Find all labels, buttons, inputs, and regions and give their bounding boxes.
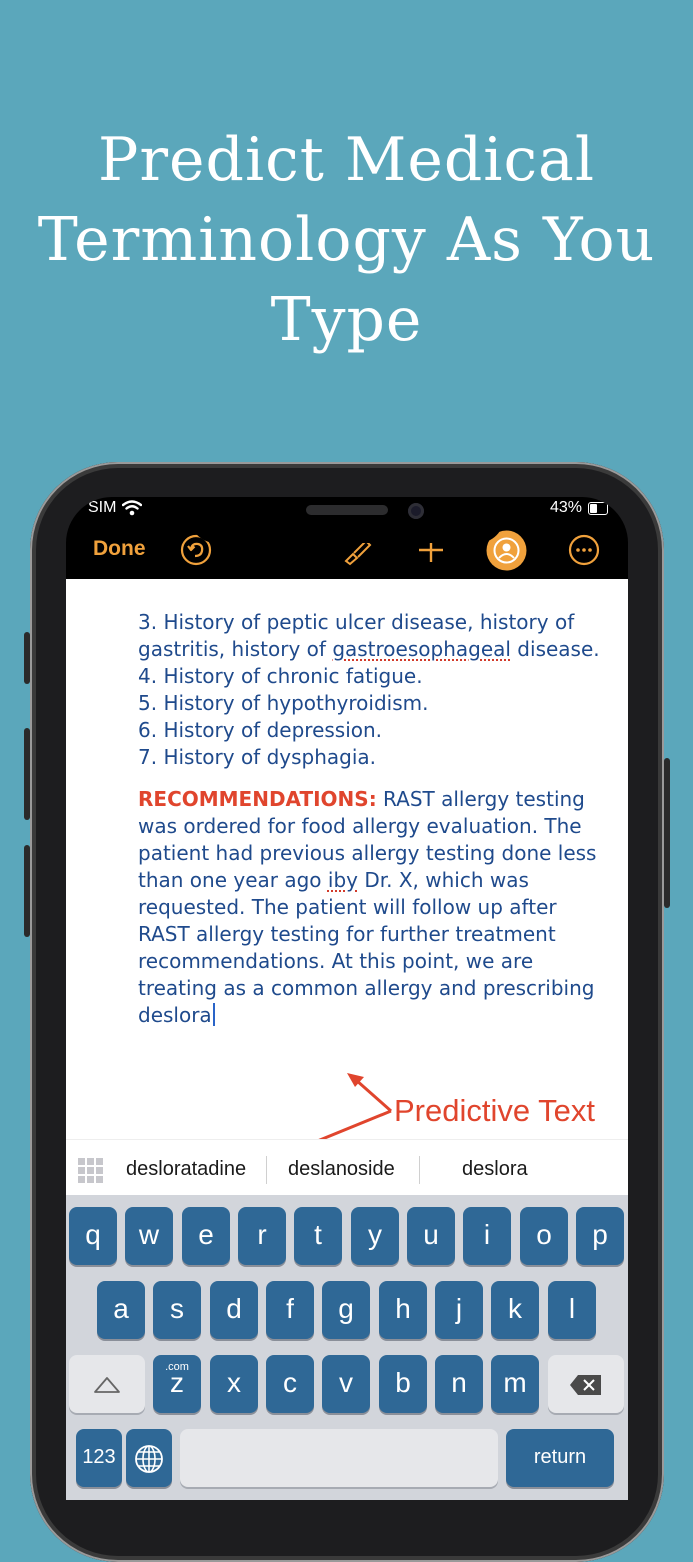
key-m[interactable]: m bbox=[491, 1355, 539, 1413]
backspace-icon bbox=[570, 1374, 601, 1395]
power-button bbox=[664, 758, 670, 908]
return-key[interactable]: return bbox=[506, 1429, 614, 1487]
volume-down-button bbox=[24, 845, 30, 937]
key-u[interactable]: u bbox=[407, 1207, 455, 1265]
key-s[interactable]: s bbox=[153, 1281, 201, 1339]
key-t[interactable]: t bbox=[294, 1207, 342, 1265]
volume-up-button bbox=[24, 728, 30, 820]
shift-key[interactable] bbox=[69, 1355, 145, 1413]
more-options-icon[interactable] bbox=[567, 533, 601, 567]
key-x[interactable]: x bbox=[210, 1355, 258, 1413]
key-g[interactable]: g bbox=[322, 1281, 370, 1339]
headline: Predict Medical Terminology As You Type bbox=[0, 120, 693, 360]
carrier-label: SIM bbox=[88, 499, 117, 516]
key-z[interactable]: .com z bbox=[153, 1355, 201, 1413]
key-e[interactable]: e bbox=[182, 1207, 230, 1265]
history-item: 6. History of depression. bbox=[138, 718, 383, 742]
shift-icon bbox=[94, 1376, 120, 1393]
suggestion-desloratadine[interactable]: desloratadine bbox=[126, 1158, 246, 1181]
battery-percent: 43% bbox=[549, 499, 582, 516]
key-d[interactable]: d bbox=[210, 1281, 258, 1339]
history-item: 3. History of peptic ulcer disease, hist… bbox=[138, 610, 600, 661]
suggestion-deslora[interactable]: deslora bbox=[462, 1158, 528, 1181]
done-button[interactable]: Done bbox=[93, 537, 146, 561]
battery-icon bbox=[588, 501, 608, 515]
front-camera bbox=[408, 503, 424, 519]
history-item: 7. History of dysphagia. bbox=[138, 745, 377, 769]
misspelled-word: iby bbox=[327, 868, 358, 892]
key-l[interactable]: l bbox=[548, 1281, 596, 1339]
keyboard: q w e r t y u i o p a s d f g h j k l .c… bbox=[66, 1195, 628, 1500]
numbers-key[interactable]: 123 bbox=[76, 1429, 122, 1487]
speaker-grille bbox=[306, 505, 388, 515]
document-page[interactable]: 3. History of peptic ulcer disease, hist… bbox=[66, 579, 628, 1139]
misspelled-word: gastroesophageal bbox=[332, 637, 511, 661]
key-b[interactable]: b bbox=[379, 1355, 427, 1413]
document-text[interactable]: 3. History of peptic ulcer disease, hist… bbox=[138, 609, 608, 1029]
key-h[interactable]: h bbox=[379, 1281, 427, 1339]
history-item: 4. History of chronic fatigue. bbox=[138, 664, 423, 688]
history-item: 5. History of hypothyroidism. bbox=[138, 691, 429, 715]
suggestion-bar: desloratadine deslanoside deslora bbox=[66, 1139, 628, 1196]
key-n[interactable]: n bbox=[435, 1355, 483, 1413]
predictive-text-annotation: Predictive Text bbox=[394, 1093, 596, 1128]
key-p[interactable]: p bbox=[576, 1207, 624, 1265]
key-w[interactable]: w bbox=[125, 1207, 173, 1265]
key-r[interactable]: r bbox=[238, 1207, 286, 1265]
key-j[interactable]: j bbox=[435, 1281, 483, 1339]
headline-line-1: Predict Medical bbox=[97, 125, 596, 195]
key-c[interactable]: c bbox=[266, 1355, 314, 1413]
key-v[interactable]: v bbox=[322, 1355, 370, 1413]
suggestion-divider bbox=[419, 1156, 420, 1184]
keyboard-grid-icon[interactable] bbox=[78, 1158, 104, 1184]
key-y[interactable]: y bbox=[351, 1207, 399, 1265]
key-q[interactable]: q bbox=[69, 1207, 117, 1265]
headline-line-2: Terminology As You bbox=[37, 205, 656, 275]
recommendations-heading: RECOMMENDATIONS: bbox=[138, 787, 377, 811]
suggestion-divider bbox=[266, 1156, 267, 1184]
delete-key[interactable] bbox=[548, 1355, 624, 1413]
text-cursor bbox=[212, 1003, 215, 1026]
key-f[interactable]: f bbox=[266, 1281, 314, 1339]
status-right: 43% bbox=[550, 499, 608, 517]
key-a[interactable]: a bbox=[97, 1281, 145, 1339]
headline-line-3: Type bbox=[270, 285, 423, 355]
key-i[interactable]: i bbox=[463, 1207, 511, 1265]
space-bar[interactable] bbox=[180, 1429, 498, 1487]
suggestion-deslanoside[interactable]: deslanoside bbox=[288, 1158, 395, 1181]
key-o[interactable]: o bbox=[520, 1207, 568, 1265]
status-left: SIM bbox=[88, 499, 143, 517]
wifi-icon bbox=[122, 500, 143, 516]
recommendations-paragraph: RECOMMENDATIONS: RAST allergy testing wa… bbox=[138, 787, 597, 1027]
globe-key[interactable] bbox=[126, 1429, 172, 1487]
phone-screen: SIM 43% Done 3. History of peptic ulcer … bbox=[66, 497, 628, 1500]
key-k[interactable]: k bbox=[491, 1281, 539, 1339]
com-hint: .com bbox=[165, 1361, 189, 1373]
globe-icon bbox=[135, 1444, 163, 1473]
silent-switch bbox=[24, 632, 30, 684]
notch bbox=[190, 497, 504, 543]
